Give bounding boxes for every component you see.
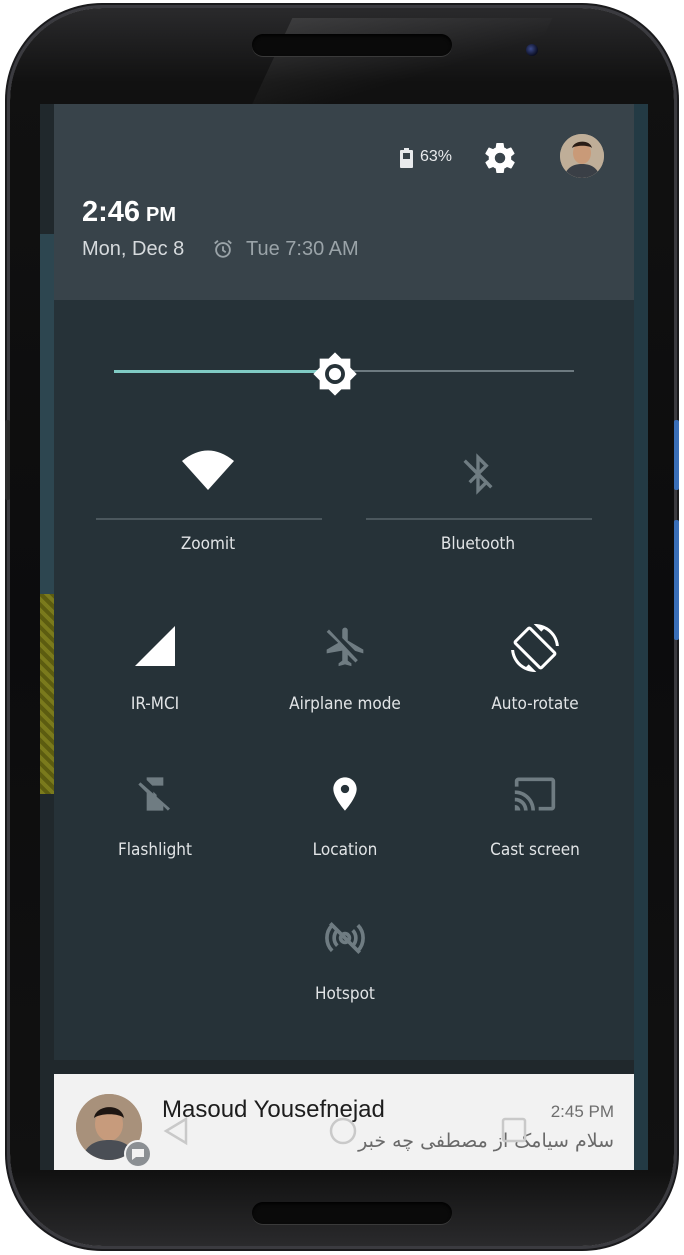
alarm-icon: [214, 240, 232, 258]
cellular-label: IR-MCI: [130, 694, 180, 714]
wifi-divider: [96, 518, 322, 520]
airplane-label: Airplane mode: [289, 694, 401, 714]
tile-airplane[interactable]: Airplane mode: [260, 624, 430, 714]
bluetooth-off-icon: [463, 453, 493, 495]
bluetooth-label: Bluetooth: [440, 534, 516, 554]
location-icon: [333, 777, 357, 811]
tile-cast[interactable]: Cast screen: [450, 772, 620, 860]
bluetooth-divider: [366, 518, 592, 520]
bottom-speaker: [252, 1202, 452, 1224]
next-alarm[interactable]: Tue 7:30 AM: [246, 238, 359, 261]
location-label: Location: [312, 840, 378, 860]
power-button: [674, 520, 679, 640]
screen: 63% 2:46 PM Mon, Dec 8 Tue 7:30 AM Zoomi…: [40, 104, 648, 1170]
battery-icon: [400, 148, 413, 168]
wifi-label: Zoomit: [180, 534, 236, 554]
quick-settings-header: 63% 2:46 PM Mon, Dec 8 Tue 7:30 AM: [54, 104, 634, 300]
avatar-image: [560, 134, 604, 178]
cell-signal-icon: [135, 626, 175, 666]
tile-hotspot[interactable]: Hotspot: [260, 916, 430, 1004]
clock-time: 2:46 PM: [82, 196, 176, 229]
battery-percent: 63%: [420, 148, 453, 165]
side-button-left: [5, 420, 10, 500]
chat-badge-icon: [124, 1140, 152, 1168]
wallpaper-stripe: [40, 594, 54, 794]
flashlight-off-icon: [138, 777, 170, 811]
notification-message: سلام سیامک از مصطفی چه خبر: [358, 1130, 614, 1152]
notification-time: 2:45 PM: [550, 1102, 614, 1121]
tile-wifi-label[interactable]: Zoomit: [104, 534, 312, 554]
hotspot-off-icon: [325, 922, 365, 954]
tile-bluetooth[interactable]: [374, 452, 582, 496]
top-speaker: [252, 34, 452, 56]
back-icon[interactable]: [162, 1116, 190, 1146]
airplane-off-icon: [326, 627, 364, 667]
tile-cellular[interactable]: IR-MCI: [70, 624, 240, 714]
hotspot-label: Hotspot: [315, 984, 375, 1004]
rotate-icon: [511, 624, 559, 672]
autorotate-label: Auto-rotate: [491, 694, 579, 714]
clock-hours: 2:46: [82, 196, 141, 228]
wallpaper-edge-right: [634, 104, 648, 1170]
tile-flashlight[interactable]: Flashlight: [70, 772, 240, 860]
flashlight-label: Flashlight: [118, 840, 192, 860]
clock-ampm: PM: [146, 204, 177, 226]
clock-date[interactable]: Mon, Dec 8: [82, 238, 184, 261]
cast-icon: [514, 777, 556, 811]
frame-gloss: [247, 18, 553, 114]
notification-card[interactable]: Masoud Yousefnejad 2:45 PM سلام سیامک از…: [54, 1074, 634, 1170]
tile-wifi[interactable]: [104, 448, 312, 492]
front-camera: [526, 44, 538, 56]
user-avatar[interactable]: [560, 134, 604, 178]
volume-button: [674, 420, 679, 490]
settings-icon[interactable]: [482, 140, 518, 176]
tile-location[interactable]: Location: [260, 772, 430, 860]
tile-bluetooth-label[interactable]: Bluetooth: [374, 534, 582, 554]
chat-bubble-glyph: [132, 1149, 144, 1160]
brightness-icon[interactable]: [312, 351, 358, 397]
cast-label: Cast screen: [490, 840, 580, 860]
tile-autorotate[interactable]: Auto-rotate: [450, 624, 620, 714]
home-icon[interactable]: [328, 1116, 358, 1146]
recents-icon[interactable]: [500, 1116, 528, 1144]
brightness-track[interactable]: [352, 370, 574, 372]
wifi-icon: [182, 450, 234, 490]
brightness-track-filled[interactable]: [114, 370, 336, 373]
